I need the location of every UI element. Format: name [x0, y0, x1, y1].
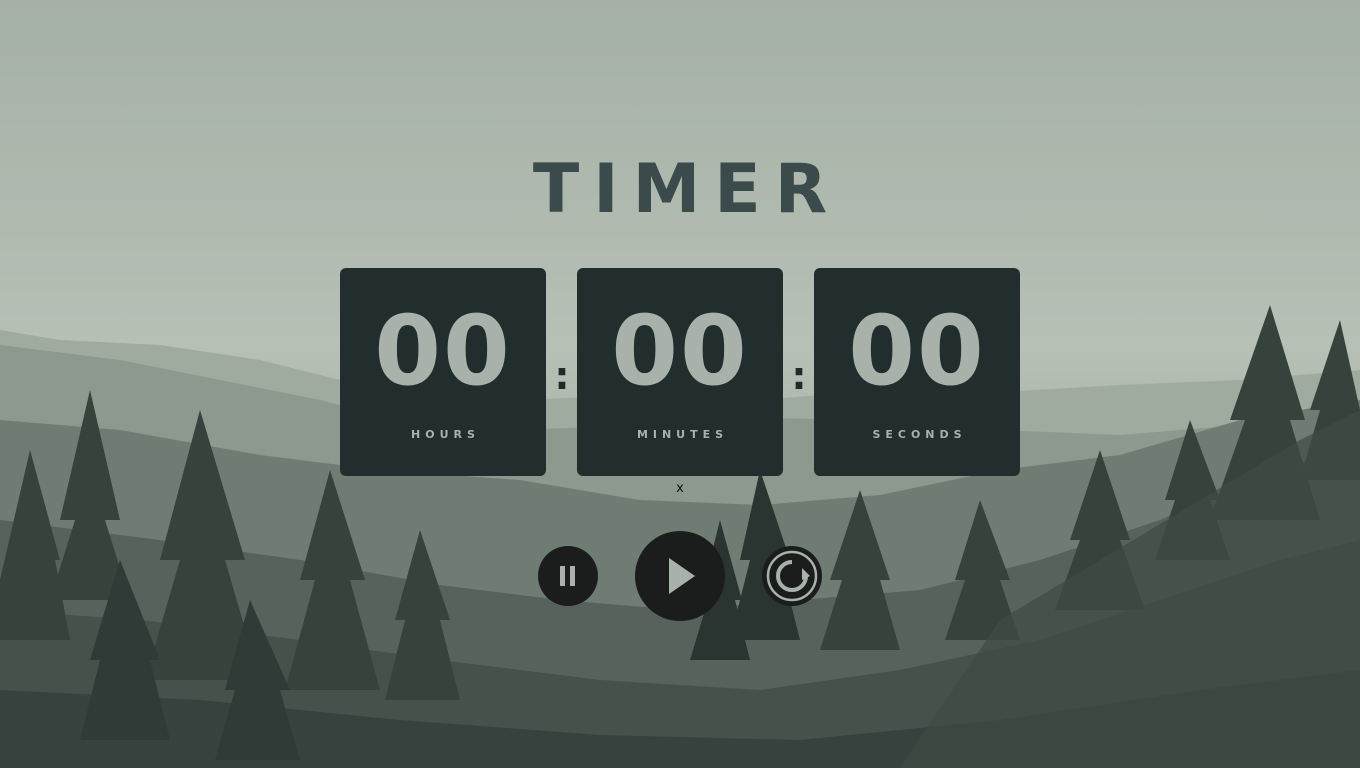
- reset-icon: [766, 550, 818, 602]
- hours-card: 00 HOURS: [340, 268, 546, 476]
- hours-value: 00: [374, 295, 512, 407]
- hours-label: HOURS: [411, 428, 480, 441]
- seconds-label: SECONDS: [872, 428, 967, 441]
- play-icon: [669, 558, 695, 594]
- close-button[interactable]: x: [670, 481, 690, 496]
- reset-button[interactable]: [762, 546, 822, 606]
- minutes-card: 00 MINUTES: [577, 268, 783, 476]
- seconds-value: 00: [848, 295, 986, 407]
- pause-icon: [560, 566, 575, 586]
- play-button[interactable]: [635, 531, 725, 621]
- separator-colon: :: [791, 354, 807, 398]
- minutes-label: MINUTES: [636, 428, 729, 441]
- separator-colon: :: [554, 354, 570, 398]
- minutes-value: 00: [611, 295, 749, 407]
- page-title: TIMER: [532, 150, 842, 229]
- pause-button[interactable]: [538, 546, 598, 606]
- seconds-card: 00 SECONDS: [814, 268, 1020, 476]
